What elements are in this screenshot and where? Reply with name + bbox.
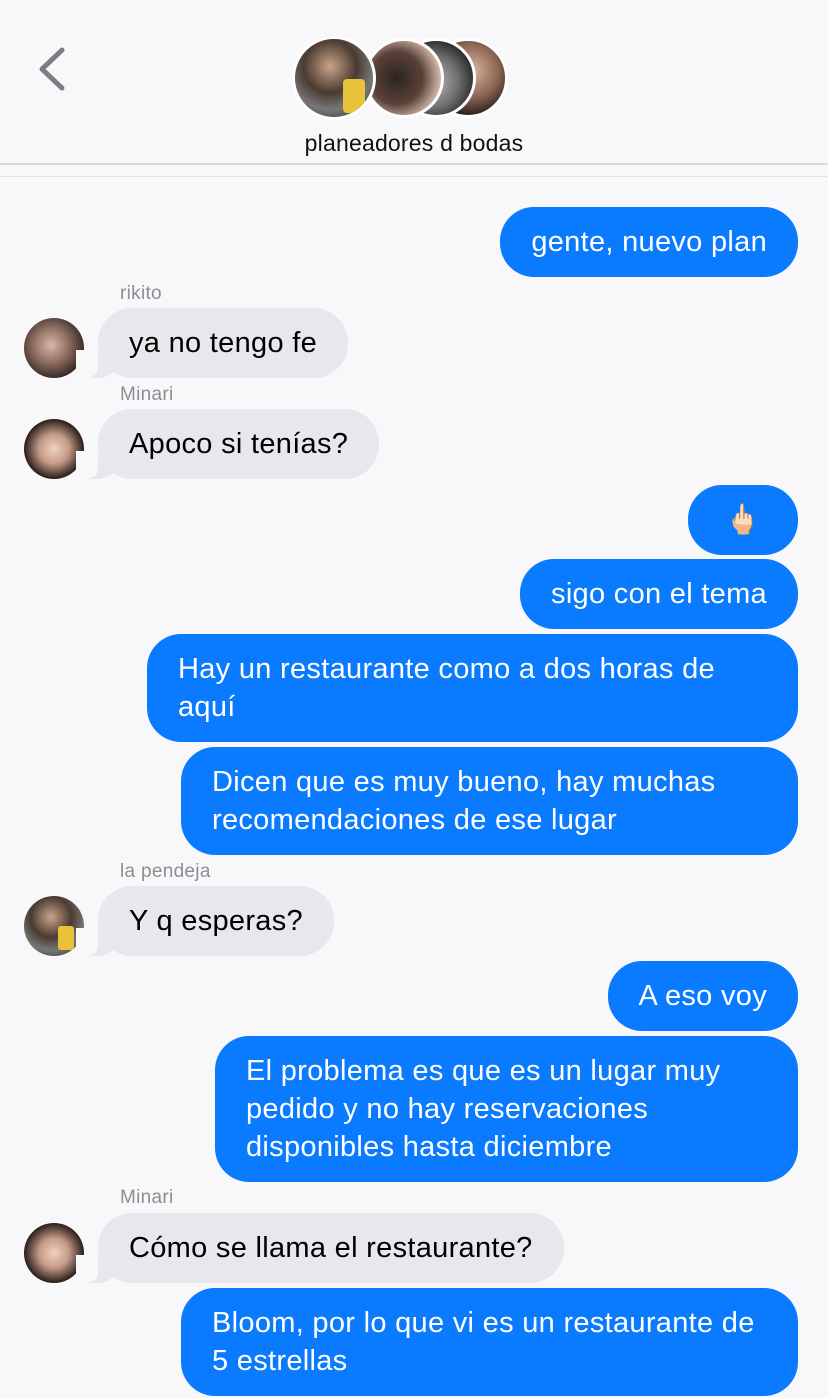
message-received[interactable]: Y q esperas? <box>76 886 334 956</box>
sender-avatar-minari[interactable] <box>24 1223 84 1283</box>
message-sent[interactable]: gente, nuevo plan <box>500 207 798 277</box>
message-received[interactable]: Apoco si tenías? <box>75 409 380 479</box>
message-received[interactable]: ya no tengo fe <box>75 308 349 378</box>
chevron-left-icon[interactable] <box>32 44 76 94</box>
sender-name: rikito <box>120 283 162 304</box>
header-divider <box>0 176 828 177</box>
message-sent[interactable]: Hay un restaurante como a dos horas de a… <box>147 634 798 742</box>
phone-case-shape <box>58 926 74 950</box>
message-received[interactable]: Cómo se llama el restaurante? <box>76 1213 564 1283</box>
message-sent-emoji[interactable]: 🖕🏻 <box>687 485 798 555</box>
sender-avatar-rikito[interactable] <box>24 318 84 378</box>
group-name[interactable]: planeadores d bodas <box>0 130 828 157</box>
message-sent[interactable]: sigo con el tema <box>520 559 798 629</box>
message-sent[interactable]: Dicen que es muy bueno, hay muchas recom… <box>181 747 798 855</box>
sender-avatar-la-pendeja[interactable] <box>24 896 84 956</box>
group-avatar-2 <box>364 38 444 118</box>
group-avatar-1 <box>292 36 376 120</box>
message-sent[interactable]: Bloom, por lo que vi es un restaurante d… <box>181 1288 798 1396</box>
sender-avatar-minari[interactable] <box>24 419 84 479</box>
conversation-header: planeadores d bodas <box>0 0 828 165</box>
group-avatars[interactable] <box>292 36 512 122</box>
sender-name: Minari <box>120 1187 174 1208</box>
phone-case-shape <box>343 79 365 113</box>
message-sent[interactable]: El problema es que es un lugar muy pedid… <box>215 1036 798 1182</box>
sender-name: la pendeja <box>120 861 211 882</box>
message-sent[interactable]: A eso voy <box>607 961 798 1031</box>
sender-name: Minari <box>120 384 174 405</box>
